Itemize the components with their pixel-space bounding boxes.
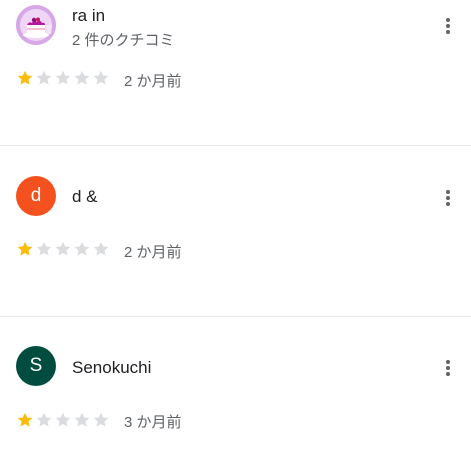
divider <box>0 145 471 146</box>
more-options-button[interactable] <box>436 14 460 38</box>
star-rating <box>16 411 110 429</box>
star-empty-icon <box>36 241 52 256</box>
reviewer-avatar[interactable]: d <box>16 176 56 216</box>
star-empty-icon <box>93 241 109 256</box>
star-empty-icon <box>55 70 71 85</box>
reviewer-avatar[interactable] <box>16 5 56 45</box>
more-vert-icon <box>446 360 450 376</box>
star-empty-icon <box>36 412 52 427</box>
reviewer-avatar[interactable]: S <box>16 346 56 386</box>
star-filled-icon <box>17 70 33 85</box>
star-rating <box>16 69 110 87</box>
review-time: 3 か月前 <box>124 414 182 431</box>
more-vert-icon <box>446 18 450 34</box>
review-time: 2 か月前 <box>124 244 182 261</box>
star-empty-icon <box>55 412 71 427</box>
star-empty-icon <box>93 70 109 85</box>
star-empty-icon <box>36 70 52 85</box>
more-options-button[interactable] <box>436 186 460 210</box>
star-filled-icon <box>17 241 33 256</box>
star-empty-icon <box>55 241 71 256</box>
star-rating <box>16 240 110 258</box>
more-options-button[interactable] <box>436 356 460 380</box>
reviewer-name[interactable]: ra in <box>72 6 105 26</box>
avatar-photo-icon <box>16 5 56 45</box>
avatar-letter: d <box>30 185 42 206</box>
review-time: 2 か月前 <box>124 73 182 90</box>
star-empty-icon <box>93 412 109 427</box>
more-vert-icon <box>446 190 450 206</box>
star-empty-icon <box>74 412 90 427</box>
star-empty-icon <box>74 70 90 85</box>
divider <box>0 316 471 317</box>
star-empty-icon <box>74 241 90 256</box>
reviewer-name[interactable]: Senokuchi <box>72 358 151 378</box>
star-filled-icon <box>17 412 33 427</box>
reviewer-review-count[interactable]: 2 件のクチコミ <box>72 29 175 50</box>
avatar-letter: S <box>29 355 43 376</box>
reviewer-name[interactable]: d & <box>72 187 98 207</box>
